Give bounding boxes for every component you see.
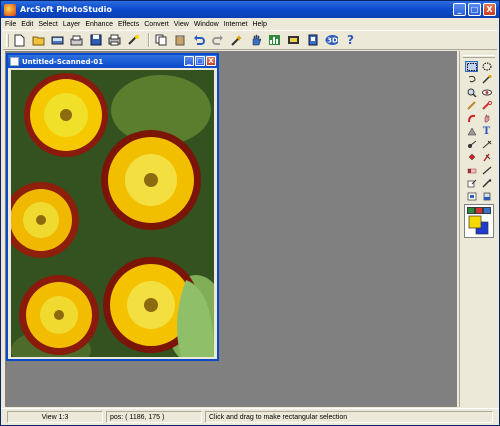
- levels-icon[interactable]: [268, 34, 281, 47]
- document-window[interactable]: Untitled-Scanned-01 _ □ X: [6, 53, 219, 361]
- undo-icon[interactable]: [192, 34, 205, 47]
- status-view: View 1:3: [7, 411, 103, 423]
- lasso-tool[interactable]: [465, 74, 478, 85]
- eyedropper-tool[interactable]: [480, 178, 493, 189]
- new-icon[interactable]: [13, 34, 26, 47]
- maximize-button[interactable]: □: [468, 3, 481, 16]
- toolbar-grip[interactable]: [6, 34, 9, 47]
- document-title-bar[interactable]: Untitled-Scanned-01 _ □ X: [8, 55, 217, 68]
- document-title: Untitled-Scanned-01: [22, 57, 104, 66]
- menu-convert[interactable]: Convert: [144, 21, 169, 28]
- album-icon[interactable]: [306, 34, 319, 47]
- eraser-tool[interactable]: [465, 165, 478, 176]
- menu-edit[interactable]: Edit: [21, 21, 33, 28]
- line-tool[interactable]: [480, 165, 493, 176]
- menu-view[interactable]: View: [174, 21, 189, 28]
- document-maximize-button[interactable]: □: [195, 56, 205, 66]
- copy-icon[interactable]: [154, 34, 167, 47]
- auto-enhance-icon[interactable]: [230, 34, 243, 47]
- eye-tool[interactable]: [480, 87, 493, 98]
- status-position: pos: ( 1186, 175 ): [106, 411, 202, 423]
- primrose-photo: [11, 70, 214, 357]
- sharpen-tool[interactable]: [480, 152, 493, 163]
- hand-icon[interactable]: [249, 34, 262, 47]
- zoom-tool[interactable]: [465, 87, 478, 98]
- ellipse-select-tool[interactable]: [480, 61, 493, 72]
- minimize-button[interactable]: _: [453, 3, 466, 16]
- 3d-icon[interactable]: 3D: [325, 34, 338, 47]
- color-swatches[interactable]: [464, 204, 494, 238]
- fill-bucket-tool[interactable]: [480, 191, 493, 202]
- close-button[interactable]: X: [483, 3, 496, 16]
- magic-icon[interactable]: [127, 34, 140, 47]
- menu-layer[interactable]: Layer: [63, 21, 81, 28]
- text-tool-glyph: T: [482, 126, 491, 137]
- window-controls: _ □ X: [453, 3, 496, 16]
- fill-tool[interactable]: [465, 152, 478, 163]
- app-window: ArcSoft PhotoStudio _ □ X File Edit Sele…: [0, 0, 500, 426]
- tool-palette: T: [459, 51, 497, 407]
- print-icon[interactable]: [108, 34, 121, 47]
- magic-wand-tool[interactable]: [480, 74, 493, 85]
- pen-tool[interactable]: [465, 100, 478, 111]
- slideshow-icon[interactable]: [287, 34, 300, 47]
- menu-select[interactable]: Select: [38, 21, 57, 28]
- rect-select-tool[interactable]: [465, 61, 478, 72]
- clone-tool[interactable]: [465, 113, 478, 124]
- document-close-button[interactable]: X: [206, 56, 216, 66]
- tool-grid: T: [465, 61, 495, 202]
- blur-tool[interactable]: [465, 126, 478, 137]
- menu-bar: File Edit Select Layer Enhance Effects C…: [1, 18, 499, 30]
- document-minimize-button[interactable]: _: [184, 56, 194, 66]
- status-bar: View 1:3 pos: ( 1186, 175 ) Click and dr…: [1, 408, 499, 425]
- palette-grip[interactable]: [463, 55, 495, 58]
- status-message: Click and drag to make rectangular selec…: [205, 411, 493, 423]
- menu-effects[interactable]: Effects: [118, 21, 139, 28]
- flower: [19, 275, 99, 355]
- acquire-icon[interactable]: [51, 34, 64, 47]
- title-bar[interactable]: ArcSoft PhotoStudio _ □ X: [1, 1, 499, 18]
- print-preview-icon[interactable]: [70, 34, 83, 47]
- color-picker-tool[interactable]: [465, 178, 478, 189]
- open-icon[interactable]: [32, 34, 45, 47]
- smudge-tool[interactable]: [480, 113, 493, 124]
- dodge-tool[interactable]: [465, 139, 478, 150]
- main-toolbar: 3D ?: [3, 30, 497, 50]
- app-title: ArcSoft PhotoStudio: [20, 5, 112, 14]
- help-icon[interactable]: ?: [344, 33, 357, 47]
- menu-internet[interactable]: Internet: [224, 21, 248, 28]
- menu-help[interactable]: Help: [252, 21, 266, 28]
- save-icon[interactable]: [89, 34, 102, 47]
- menu-enhance[interactable]: Enhance: [85, 21, 113, 28]
- menu-file[interactable]: File: [5, 21, 16, 28]
- crop-tool[interactable]: [465, 191, 478, 202]
- flower: [24, 73, 108, 157]
- red-eye-tool[interactable]: [480, 100, 493, 111]
- color-swatch-graphic: [467, 207, 491, 235]
- document-icon: [10, 57, 19, 66]
- document-controls: _ □ X: [184, 56, 216, 66]
- toolbar-separator: [148, 33, 150, 47]
- paste-icon[interactable]: [173, 34, 186, 47]
- app-icon: [4, 3, 16, 16]
- burn-tool[interactable]: [480, 139, 493, 150]
- redo-icon[interactable]: [211, 34, 224, 47]
- menu-window[interactable]: Window: [194, 21, 219, 28]
- help-glyph: ?: [347, 33, 354, 47]
- text-tool[interactable]: T: [480, 126, 493, 137]
- photo-canvas[interactable]: [11, 70, 214, 357]
- flower: [101, 130, 201, 230]
- 3d-label: 3D: [327, 37, 338, 45]
